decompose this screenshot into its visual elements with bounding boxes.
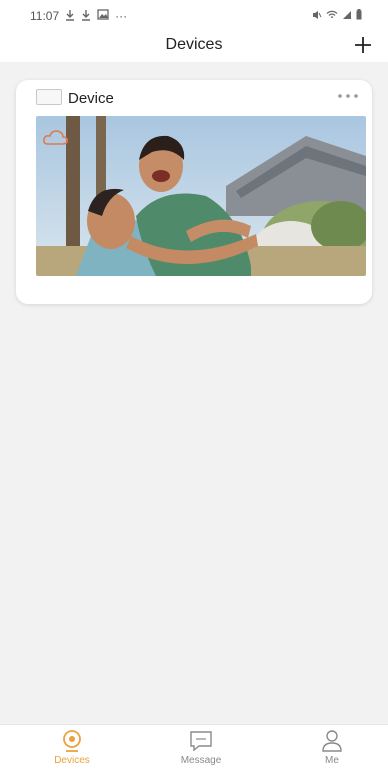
gallery-icon — [97, 9, 109, 23]
camera-snapshot-image — [36, 116, 366, 276]
battery-icon — [356, 9, 362, 23]
download-icon — [81, 9, 91, 24]
cloud-icon[interactable] — [42, 128, 70, 148]
device-thumbnail-icon — [36, 89, 62, 105]
mute-icon — [312, 9, 322, 23]
camera-preview[interactable] — [36, 116, 366, 276]
status-left: 11:07 ··· — [30, 9, 127, 24]
status-more-indicator: ··· — [115, 9, 128, 23]
add-device-button[interactable] — [350, 32, 376, 58]
nav-tab-me[interactable]: Me — [287, 729, 377, 773]
nav-label-me: Me — [325, 755, 339, 766]
nav-tab-message[interactable]: Message — [156, 729, 246, 773]
more-dots-icon — [338, 94, 358, 98]
status-right — [312, 9, 362, 23]
message-icon — [188, 729, 214, 753]
person-icon — [319, 729, 345, 753]
nav-tab-devices[interactable]: Devices — [27, 729, 117, 773]
device-more-button[interactable] — [334, 86, 362, 106]
download-icon — [65, 9, 75, 24]
header: Devices — [0, 32, 388, 62]
page-title: Devices — [165, 36, 223, 53]
plus-icon — [355, 37, 371, 53]
device-card[interactable]: Device — [16, 80, 372, 304]
device-card-header: Device — [16, 80, 372, 114]
nav-label-devices: Devices — [54, 755, 90, 766]
nav-label-message: Message — [180, 755, 222, 766]
bottom-nav: Devices Message Me — [0, 724, 388, 773]
app-screen: 11:07 ··· Devices Device Devices Message… — [0, 0, 388, 773]
device-name: Device — [68, 90, 114, 107]
status-bar: 11:07 ··· — [0, 0, 388, 32]
camera-icon — [59, 729, 85, 753]
status-time: 11:07 — [30, 9, 60, 23]
wifi-icon — [326, 9, 338, 23]
signal-icon — [342, 9, 352, 23]
